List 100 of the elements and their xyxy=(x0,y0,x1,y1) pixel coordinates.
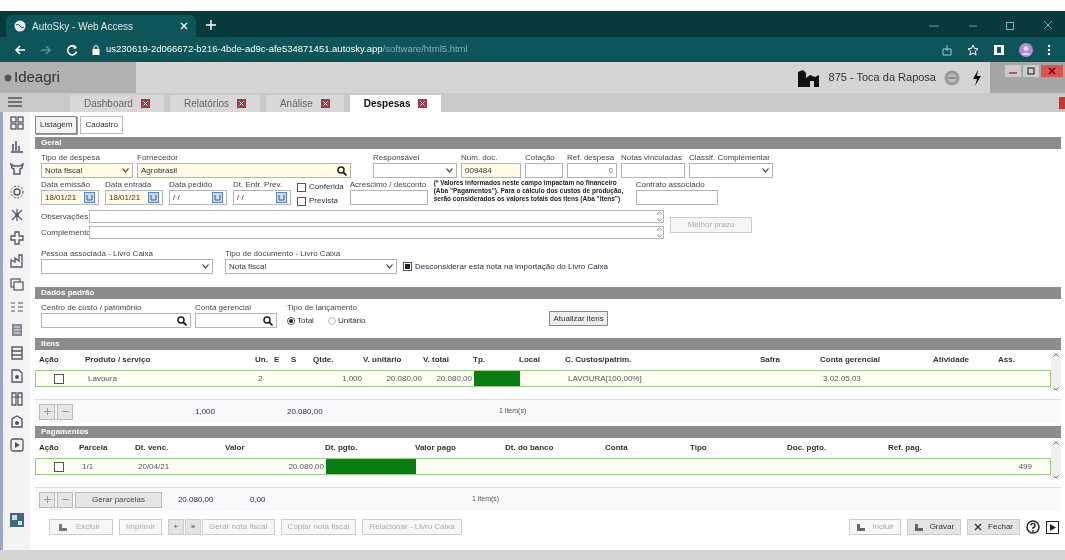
radio-button[interactable] xyxy=(327,316,336,325)
dropdown[interactable]: Nota fiscal xyxy=(41,163,133,178)
remove-button[interactable] xyxy=(57,491,73,508)
input-field[interactable]: 009484 xyxy=(461,163,521,178)
column-header[interactable]: S xyxy=(291,354,313,366)
nav-button[interactable]: » xyxy=(184,519,201,535)
column-header[interactable]: Qtde. xyxy=(313,354,363,366)
menu-icon[interactable] xyxy=(7,96,23,108)
file-icon[interactable] xyxy=(9,369,24,383)
molecule-icon[interactable] xyxy=(9,208,24,222)
column-header[interactable]: Dt. do banco xyxy=(505,442,605,454)
table-icon[interactable] xyxy=(9,346,24,360)
input-field[interactable] xyxy=(41,313,191,328)
document-icon[interactable] xyxy=(9,323,24,337)
date-field[interactable]: 18/01/21 xyxy=(105,190,163,205)
update-items-button[interactable]: Atualizar itens xyxy=(549,311,608,326)
restore-icon[interactable] xyxy=(1005,20,1015,30)
checkbox[interactable] xyxy=(297,182,306,192)
column-header[interactable]: V. total xyxy=(423,354,473,366)
column-header[interactable]: E xyxy=(274,354,291,366)
column-header[interactable]: V. unitário xyxy=(363,354,423,366)
close-icon[interactable] xyxy=(320,99,330,108)
column-header[interactable]: Ass. xyxy=(998,354,1038,366)
input-field[interactable]: 0 xyxy=(567,163,617,178)
share-icon[interactable] xyxy=(941,43,953,56)
column-header[interactable]: Ref. pag. xyxy=(888,442,1033,454)
reload-icon[interactable] xyxy=(66,43,78,56)
checkbox[interactable] xyxy=(297,196,306,206)
column-header[interactable]: Conta gerencial xyxy=(820,354,933,366)
action-button[interactable]: Gravar xyxy=(906,519,962,535)
table-row[interactable]: Lavoura 2 1,000 20.080,00 20.080,00 LAVOURA[100,00%] 3.02.05.03 xyxy=(35,370,1051,387)
farm-name[interactable]: 875 - Toca da Raposa xyxy=(828,69,936,86)
column-header[interactable]: Ação xyxy=(39,442,79,454)
bottles-icon[interactable] xyxy=(9,392,24,406)
scrollbar[interactable] xyxy=(1051,441,1061,479)
browser-tab[interactable]: AutoSky - Web Access xyxy=(6,15,196,37)
sub-tab[interactable]: Cadastro xyxy=(80,116,123,134)
grid-icon[interactable] xyxy=(9,116,24,130)
column-header[interactable]: Atividade xyxy=(933,354,998,366)
close-icon[interactable] xyxy=(140,99,150,108)
input-field[interactable] xyxy=(621,163,685,178)
date-field[interactable]: / / xyxy=(169,190,227,205)
column-header[interactable]: Tipo xyxy=(690,442,787,454)
input-field[interactable] xyxy=(635,190,718,205)
play-file-icon[interactable] xyxy=(9,438,24,452)
plus-icon[interactable] xyxy=(206,20,216,30)
close-icon[interactable] xyxy=(1043,20,1053,30)
star-icon[interactable] xyxy=(967,43,979,56)
column-header[interactable]: C. Custos/patrim. xyxy=(565,354,760,366)
chart-icon[interactable] xyxy=(9,139,24,153)
date-field[interactable]: / / xyxy=(233,190,291,205)
lightning-icon[interactable] xyxy=(972,69,982,86)
play-icon[interactable] xyxy=(1046,520,1059,534)
minimize-icon[interactable] xyxy=(1005,65,1021,77)
close-icon[interactable] xyxy=(236,99,246,108)
dropdown[interactable]: Nota fiscal xyxy=(225,259,397,274)
input-field[interactable] xyxy=(525,163,563,178)
column-header[interactable]: Tp. xyxy=(473,354,519,366)
help-icon[interactable] xyxy=(1026,520,1040,534)
column-header[interactable]: Un. xyxy=(255,354,274,366)
sub-tab[interactable]: Listagem xyxy=(35,116,78,134)
column-header[interactable]: Valor pago xyxy=(415,442,505,454)
extension-icon[interactable] xyxy=(993,43,1005,56)
close-tab-marker[interactable] xyxy=(1059,97,1065,109)
column-header[interactable]: Safra xyxy=(760,354,820,366)
column-header[interactable]: Valor xyxy=(225,442,325,454)
app-tab[interactable]: Relatórios xyxy=(169,95,260,112)
card-icon[interactable] xyxy=(9,277,24,291)
app-tab[interactable]: Dashboard xyxy=(70,95,164,112)
url-field[interactable]: us230619-2d066672-b216-4bde-ad9c-afe534871451.autosky.app/software/html5.html xyxy=(92,42,927,57)
nav-button[interactable]: + xyxy=(167,519,184,535)
cross-icon[interactable] xyxy=(9,231,24,245)
back-icon[interactable] xyxy=(14,43,26,56)
close-icon[interactable] xyxy=(418,99,428,108)
column-header[interactable]: Parcela xyxy=(79,442,135,454)
table-row[interactable]: 1/1 20/04/21 20.080,00 499 xyxy=(35,458,1051,475)
action-button[interactable]: Fechar xyxy=(967,519,1020,535)
radio-button[interactable] xyxy=(287,316,295,325)
add-button[interactable] xyxy=(39,491,55,508)
input-field[interactable]: Agrobrasil xyxy=(137,163,351,178)
column-header[interactable]: Local xyxy=(519,354,565,366)
app-tab[interactable]: Análise xyxy=(265,95,344,112)
close-icon[interactable] xyxy=(1041,65,1063,77)
column-header[interactable]: Conta xyxy=(605,442,690,454)
window-icon[interactable] xyxy=(8,512,25,528)
column-header[interactable]: Dt. pgto. xyxy=(325,442,415,454)
checkbox[interactable] xyxy=(54,373,64,384)
generate-installments-button[interactable]: Gerar parcelas xyxy=(75,491,162,508)
column-header[interactable]: Ação xyxy=(39,354,85,366)
avatar-icon[interactable] xyxy=(1019,42,1033,57)
remove-button[interactable] xyxy=(57,403,73,420)
column-header[interactable]: Dt. venc. xyxy=(135,442,225,454)
checkbox[interactable] xyxy=(54,461,64,472)
input-field[interactable] xyxy=(349,190,428,205)
scrollbar[interactable] xyxy=(1051,353,1061,391)
column-header[interactable]: Produto / serviço xyxy=(85,354,255,366)
cow-icon[interactable] xyxy=(9,162,24,176)
factory-icon[interactable] xyxy=(9,254,24,268)
checkbox[interactable] xyxy=(403,262,412,271)
date-field[interactable]: 18/01/21 xyxy=(41,190,99,205)
